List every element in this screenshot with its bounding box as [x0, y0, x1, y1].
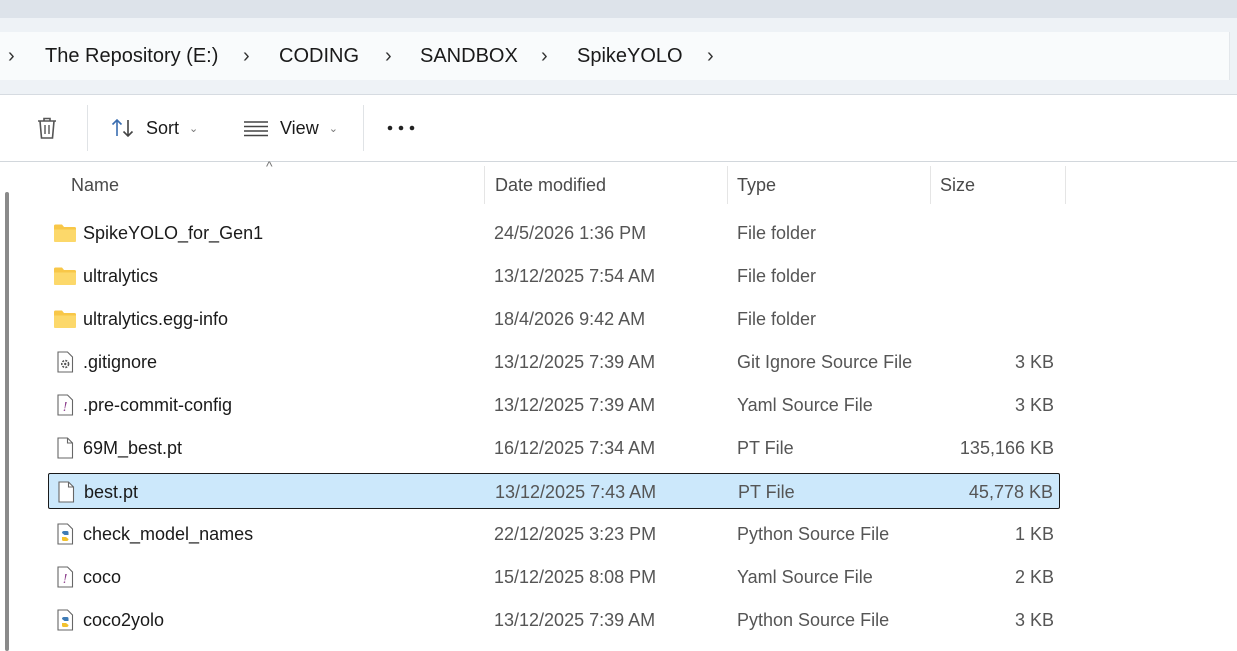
- file-row[interactable]: ! coco 15/12/2025 8:08 PM Yaml Source File 2…: [48, 559, 1060, 595]
- file-row[interactable]: best.pt 13/12/2025 7:43 AM PT File 45,778 K…: [48, 473, 1060, 509]
- blank-file-icon: [53, 437, 77, 459]
- file-name: check_model_names: [83, 524, 254, 544]
- chevron-right-icon[interactable]: ›: [707, 32, 714, 80]
- file-type: PT File: [737, 438, 794, 458]
- file-name: ultralytics.egg-info: [83, 309, 229, 329]
- file-row[interactable]: check_model_names 22/12/2025 3:23 PM Pytho…: [48, 516, 1060, 552]
- file-type: Python Source File: [737, 524, 890, 544]
- chevron-right-icon[interactable]: ›: [541, 32, 548, 80]
- breadcrumb[interactable]: › The Repository (E:) › CODING › SANDBOX…: [0, 32, 1230, 80]
- blank-file-icon: [54, 481, 78, 503]
- yaml-file-icon: !: [53, 566, 77, 588]
- more-dots-icon: [387, 125, 415, 131]
- file-name: 69M_best.pt: [83, 438, 183, 458]
- view-label: View: [280, 117, 319, 138]
- file-type: File folder: [737, 266, 817, 286]
- file-size: 135,166 KB: [959, 438, 1054, 458]
- python-file-icon: [53, 609, 77, 631]
- svg-text:!: !: [63, 572, 68, 586]
- column-divider[interactable]: [1065, 166, 1066, 204]
- file-date-modified: 22/12/2025 3:23 PM: [494, 524, 657, 544]
- command-bar: Sort ⌄ View ⌄: [0, 95, 1237, 162]
- file-name: ultralytics: [83, 266, 159, 286]
- sort-ascending-icon: ^: [266, 158, 273, 174]
- file-date-modified: 13/12/2025 7:54 AM: [494, 266, 656, 286]
- column-header-name[interactable]: Name: [71, 162, 119, 204]
- file-row[interactable]: coco2yolo 13/12/2025 7:39 AM Python Source…: [48, 602, 1060, 638]
- file-type: Yaml Source File: [737, 567, 873, 587]
- file-name: .gitignore: [83, 352, 158, 372]
- file-name: best.pt: [84, 482, 139, 502]
- file-date-modified: 15/12/2025 8:08 PM: [494, 567, 657, 587]
- file-date-modified: 24/5/2026 1:36 PM: [494, 223, 647, 243]
- file-row[interactable]: ! .pre-commit-config 13/12/2025 7:39 AM Yam…: [48, 387, 1060, 423]
- file-row[interactable]: 69M_best.pt 16/12/2025 7:34 AM PT File 135,…: [48, 430, 1060, 466]
- column-header-row: ^ Name Date modified Type Size: [0, 158, 1237, 208]
- column-divider[interactable]: [484, 166, 485, 204]
- file-date-modified: 13/12/2025 7:43 AM: [495, 482, 657, 502]
- chevron-right-icon[interactable]: ›: [243, 32, 250, 80]
- chevron-down-icon: ⌄: [189, 122, 199, 135]
- column-divider[interactable]: [727, 166, 728, 204]
- trash-icon: [38, 117, 56, 139]
- folder-icon: [53, 265, 77, 287]
- toolbar-divider: [87, 105, 88, 151]
- view-button[interactable]: View ⌄: [242, 95, 338, 161]
- file-date-modified: 13/12/2025 7:39 AM: [494, 610, 656, 630]
- svg-text:!: !: [63, 400, 68, 414]
- python-file-icon: [53, 523, 77, 545]
- address-bar: › The Repository (E:) › CODING › SANDBOX…: [0, 18, 1237, 95]
- chevron-right-icon[interactable]: ›: [8, 32, 15, 80]
- file-size: 1 KB: [1014, 524, 1054, 544]
- column-header-size[interactable]: Size: [940, 162, 975, 204]
- file-row[interactable]: SpikeYOLO_for_Gen1 24/5/2026 1:36 PM File …: [48, 215, 1060, 251]
- folder-icon: [53, 222, 77, 244]
- chevron-down-icon: ⌄: [328, 122, 338, 135]
- window-top-strip: [0, 0, 1237, 18]
- folder-icon: [53, 308, 77, 330]
- breadcrumb-item-drive[interactable]: The Repository (E:): [45, 32, 218, 80]
- file-date-modified: 13/12/2025 7:39 AM: [494, 352, 656, 372]
- sort-button[interactable]: Sort ⌄: [110, 95, 198, 161]
- breadcrumb-item-sandbox[interactable]: SANDBOX: [420, 32, 518, 80]
- column-divider[interactable]: [930, 166, 931, 204]
- breadcrumb-item-coding[interactable]: CODING: [279, 32, 359, 80]
- file-type: Git Ignore Source File: [737, 352, 913, 372]
- file-date-modified: 18/4/2026 9:42 AM: [494, 309, 646, 329]
- file-row[interactable]: ultralytics 13/12/2025 7:54 AM File folder: [48, 258, 1060, 294]
- file-size: 45,778 KB: [968, 482, 1053, 502]
- sort-label: Sort: [146, 117, 180, 138]
- file-name: coco: [83, 567, 122, 587]
- delete-button[interactable]: [34, 95, 60, 161]
- more-options-button[interactable]: [386, 95, 416, 161]
- file-type: File folder: [737, 309, 817, 329]
- column-header-date[interactable]: Date modified: [495, 162, 606, 204]
- file-date-modified: 16/12/2025 7:34 AM: [494, 438, 656, 458]
- file-name: SpikeYOLO_for_Gen1: [83, 223, 264, 243]
- file-type: Python Source File: [737, 610, 890, 630]
- file-name: coco2yolo: [83, 610, 165, 630]
- chevron-right-icon[interactable]: ›: [385, 32, 392, 80]
- breadcrumb-item-spikeyolo[interactable]: SpikeYOLO: [577, 32, 683, 80]
- file-size: 3 KB: [1014, 395, 1054, 415]
- file-size: 3 KB: [1014, 610, 1054, 630]
- sort-icon: [111, 118, 134, 138]
- file-size: 3 KB: [1014, 352, 1054, 372]
- toolbar-divider: [363, 105, 364, 151]
- scrollbar-thumb[interactable]: [5, 192, 9, 651]
- vertical-scrollbar[interactable]: [0, 162, 20, 651]
- config-file-icon: [53, 351, 77, 373]
- file-type: File folder: [737, 223, 817, 243]
- view-list-icon: [244, 121, 268, 137]
- file-name: .pre-commit-config: [83, 395, 233, 415]
- file-row[interactable]: .gitignore 13/12/2025 7:39 AM Git Ignore S…: [48, 344, 1060, 380]
- file-type: Yaml Source File: [737, 395, 873, 415]
- file-size: 2 KB: [1014, 567, 1054, 587]
- file-row[interactable]: ultralytics.egg-info 18/4/2026 9:42 AM Fil…: [48, 301, 1060, 337]
- file-date-modified: 13/12/2025 7:39 AM: [494, 395, 656, 415]
- column-header-type[interactable]: Type: [737, 162, 776, 204]
- yaml-file-icon: !: [53, 394, 77, 416]
- file-type: PT File: [738, 482, 795, 502]
